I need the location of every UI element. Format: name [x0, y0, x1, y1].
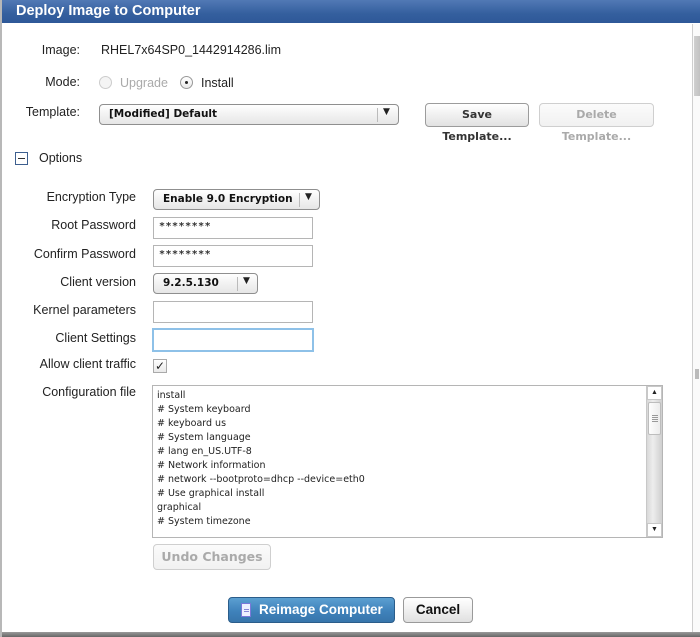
mode-install-radio[interactable]	[180, 76, 193, 89]
root-password-label: Root Password	[51, 218, 136, 232]
scroll-up-icon[interactable]: ▲	[647, 386, 662, 400]
config-line: install	[157, 390, 186, 401]
confirm-password-input[interactable]: ********	[153, 245, 313, 267]
chevron-down-icon: ▼	[243, 276, 250, 286]
allow-client-traffic-label: Allow client traffic	[39, 357, 136, 371]
document-icon	[241, 603, 251, 617]
kernel-parameters-label: Kernel parameters	[33, 303, 136, 317]
config-line: # System language	[157, 432, 251, 443]
config-line: # lang en_US.UTF-8	[157, 446, 252, 457]
mode-label: Mode:	[45, 75, 80, 89]
config-scrollbar[interactable]: ▲ ▼	[646, 386, 662, 537]
template-selected-value: [Modified] Default	[109, 108, 218, 120]
configuration-file-lines: install # System keyboard # keyboard us …	[157, 389, 365, 529]
config-line: graphical	[157, 502, 202, 513]
config-line: # keyboard us	[157, 418, 227, 429]
dialog-scroll-thumb[interactable]	[694, 36, 700, 96]
chevron-down-icon: ▼	[383, 107, 390, 117]
config-line: # network --bootproto=dhcp --device=eth0	[157, 474, 365, 485]
encryption-type-value: Enable 9.0 Encryption	[163, 193, 293, 205]
configuration-file-textarea[interactable]: install # System keyboard # keyboard us …	[152, 385, 663, 538]
config-line: # System timezone	[157, 516, 251, 527]
save-template-button[interactable]: Save Template...	[425, 103, 529, 143]
collapse-options-icon[interactable]	[15, 152, 28, 165]
client-settings-input[interactable]	[152, 328, 314, 352]
image-label: Image:	[41, 43, 80, 57]
configuration-file-label: Configuration file	[42, 385, 136, 399]
chevron-down-icon: ▼	[305, 192, 312, 202]
root-password-input[interactable]: ********	[153, 217, 313, 239]
config-line: # Use graphical install	[157, 488, 265, 499]
combo-separator	[377, 108, 378, 122]
delete-template-button[interactable]: Delete Template...	[539, 103, 654, 143]
cancel-button[interactable]: Cancel	[403, 597, 473, 623]
client-settings-label: Client Settings	[55, 331, 136, 345]
config-line: # System keyboard	[157, 404, 251, 415]
confirm-password-label: Confirm Password	[33, 247, 136, 261]
template-select[interactable]: [Modified] Default ▼	[99, 104, 399, 125]
client-version-value: 9.2.5.130	[163, 277, 219, 289]
scroll-down-icon[interactable]: ▼	[647, 523, 662, 537]
mode-install-label: Install	[201, 76, 234, 90]
mode-upgrade-radio[interactable]	[99, 76, 112, 89]
reimage-computer-button[interactable]: Reimage Computer	[228, 597, 395, 623]
dialog-bottom-border	[2, 632, 700, 637]
client-version-label: Client version	[60, 275, 136, 289]
encryption-type-select[interactable]: Enable 9.0 Encryption ▼	[153, 189, 320, 210]
kernel-parameters-input[interactable]	[153, 301, 313, 323]
combo-separator	[299, 193, 300, 207]
client-version-select[interactable]: 9.2.5.130 ▼	[153, 273, 258, 294]
allow-client-traffic-checkbox[interactable]: ✓	[153, 359, 167, 373]
options-section-label[interactable]: Options	[39, 151, 82, 165]
template-label: Template:	[25, 105, 80, 119]
undo-changes-button[interactable]: Undo Changes	[153, 544, 271, 570]
dialog-title: Deploy Image to Computer	[2, 0, 700, 23]
scroll-grip	[695, 369, 699, 379]
deploy-image-dialog: Deploy Image to Computer Image: RHEL7x64…	[0, 0, 700, 637]
combo-separator	[237, 277, 238, 291]
scroll-down-icon[interactable]	[694, 622, 700, 632]
reimage-computer-label: Reimage Computer	[259, 602, 383, 617]
image-value: RHEL7x64SP0_1442914286.lim	[101, 43, 281, 57]
config-line: # Network information	[157, 460, 266, 471]
mode-upgrade-label: Upgrade	[120, 76, 168, 90]
scroll-up-icon[interactable]	[694, 24, 700, 34]
dialog-scrollbar[interactable]	[692, 24, 700, 632]
config-scroll-thumb[interactable]	[648, 402, 661, 435]
encryption-type-label: Encryption Type	[46, 190, 136, 204]
